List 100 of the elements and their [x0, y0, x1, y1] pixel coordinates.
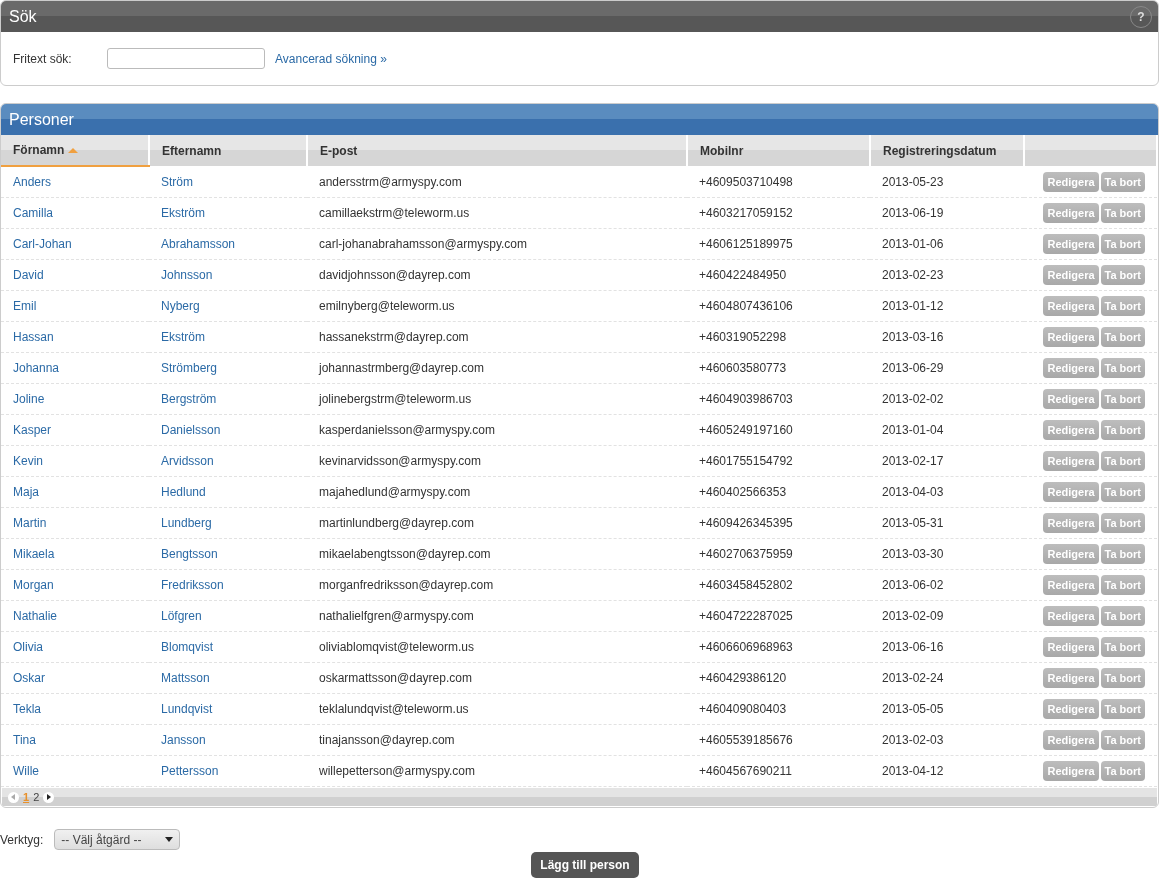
table-cell: +4604567690211: [687, 755, 870, 787]
table-cell: 2013-06-02: [870, 569, 1024, 601]
table-cell: +460402566353: [687, 476, 870, 508]
page-link[interactable]: 2: [33, 791, 40, 803]
previous-page-icon[interactable]: [8, 791, 19, 803]
table-cell: 2013-01-06: [870, 228, 1024, 260]
caret-icon: [165, 837, 174, 842]
last-name-link[interactable]: Fredriksson: [161, 578, 224, 592]
last-name-link[interactable]: Strömberg: [161, 361, 218, 375]
first-name-link[interactable]: Nathalie: [13, 609, 58, 623]
last-name-link[interactable]: Hedlund: [161, 485, 206, 499]
first-name-link[interactable]: Tekla: [13, 702, 41, 716]
last-name-link[interactable]: Arvidsson: [161, 454, 214, 468]
column-header[interactable]: Efternamn: [149, 135, 307, 166]
table-cell: 2013-01-12: [870, 290, 1024, 322]
table-cell: 2013-02-23: [870, 259, 1024, 291]
table-cell: mikaelabengtsson@dayrep.com: [307, 538, 687, 570]
last-name-link[interactable]: Ekström: [161, 206, 205, 220]
action-dropdown[interactable]: -- Välj åtgärd --: [54, 829, 181, 850]
last-name-link[interactable]: Lundberg: [161, 516, 212, 530]
table-cell: +4604722287025: [687, 600, 870, 632]
first-name-link[interactable]: Olivia: [13, 640, 43, 654]
table-cell: 2013-02-24: [870, 662, 1024, 694]
table-cell: +4603217059152: [687, 197, 870, 229]
table-cell: nathalielfgren@armyspy.com: [307, 600, 687, 632]
first-name-link[interactable]: Camilla: [13, 206, 53, 220]
table-cell: 2013-06-29: [870, 352, 1024, 384]
last-name-link[interactable]: Nyberg: [161, 299, 200, 313]
table-cell: 2013-02-03: [870, 724, 1024, 756]
table-cell: +4603458452802: [687, 569, 870, 601]
table-cell: 2013-02-09: [870, 600, 1024, 632]
first-name-link[interactable]: Tina: [13, 733, 36, 747]
table-cell: 2013-02-02: [870, 383, 1024, 415]
last-name-link[interactable]: Ekström: [161, 330, 205, 344]
table-cell: oliviablomqvist@teleworm.us: [307, 631, 687, 663]
table-cell: 2013-04-12: [870, 755, 1024, 787]
last-name-link[interactable]: Abrahamsson: [161, 237, 236, 251]
next-page-icon[interactable]: [43, 791, 55, 803]
last-name-link[interactable]: Johnsson: [161, 268, 213, 282]
table-cell: emilnyberg@teleworm.us: [307, 290, 687, 322]
first-name-link[interactable]: Oskar: [13, 671, 45, 685]
last-name-link[interactable]: Mattsson: [161, 671, 210, 685]
table-cell: +4605249197160: [687, 414, 870, 446]
table-cell: andersstrm@armyspy.com: [307, 166, 687, 198]
first-name-link[interactable]: Maja: [13, 485, 39, 499]
tools-label: Verktyg:: [0, 832, 44, 847]
first-name-link[interactable]: Hassan: [13, 330, 54, 344]
table-cell: 2013-03-30: [870, 538, 1024, 570]
first-name-link[interactable]: Morgan: [13, 578, 54, 592]
table-cell: 2013-02-17: [870, 445, 1024, 477]
table-cell: +4606125189975: [687, 228, 870, 260]
table-cell: +460429386120: [687, 662, 870, 694]
first-name-link[interactable]: Martin: [13, 516, 47, 530]
table-cell: +460603580773: [687, 352, 870, 384]
first-name-link[interactable]: Anders: [13, 175, 52, 189]
table-cell: 2013-05-31: [870, 507, 1024, 539]
first-name-link[interactable]: Mikaela: [13, 547, 55, 561]
panel-title: Personer: [9, 110, 74, 129]
last-name-link[interactable]: Löfgren: [161, 609, 202, 623]
first-name-link[interactable]: Wille: [13, 764, 39, 778]
last-name-link[interactable]: Bengtsson: [161, 547, 218, 561]
column-header[interactable]: Mobilnr: [687, 135, 870, 166]
last-name-link[interactable]: Lundqvist: [161, 702, 213, 716]
last-name-link[interactable]: Danielsson: [161, 423, 221, 437]
table-cell: +4602706375959: [687, 538, 870, 570]
table-cell: camillaekstrm@teleworm.us: [307, 197, 687, 229]
column-header[interactable]: Registreringsdatum: [870, 135, 1024, 166]
table-cell: 2013-06-19: [870, 197, 1024, 229]
first-name-link[interactable]: Joline: [13, 392, 45, 406]
table-cell: jolinebergstrm@teleworm.us: [307, 383, 687, 415]
last-name-link[interactable]: Bergström: [161, 392, 217, 406]
table-cell: +460422484950: [687, 259, 870, 291]
table-cell: willepetterson@armyspy.com: [307, 755, 687, 787]
column-header[interactable]: Förnamn: [1, 135, 149, 166]
table-cell: hassanekstrm@dayrep.com: [307, 321, 687, 353]
last-name-link[interactable]: Pettersson: [161, 764, 219, 778]
table-cell: davidjohnsson@dayrep.com: [307, 259, 687, 291]
last-name-link[interactable]: Blomqvist: [161, 640, 213, 654]
column-header[interactable]: E-post: [307, 135, 687, 166]
add-person-button[interactable]: Lägg till person: [531, 852, 639, 878]
table-cell: 2013-05-23: [870, 166, 1024, 198]
table-cell: +460409080403: [687, 693, 870, 725]
table-cell: tinajansson@dayrep.com: [307, 724, 687, 756]
panel-title: Sök: [9, 7, 37, 26]
first-name-link[interactable]: David: [13, 268, 44, 282]
last-name-link[interactable]: Ström: [161, 174, 193, 189]
last-name-link[interactable]: Jansson: [161, 733, 206, 747]
table-cell: kasperdanielsson@armyspy.com: [307, 414, 687, 446]
table-cell: 2013-04-03: [870, 476, 1024, 508]
first-name-link[interactable]: Johanna: [13, 361, 60, 375]
table-cell: johannastrmberg@dayrep.com: [307, 352, 687, 384]
advanced-search-link[interactable]: Avancerad sökning »: [275, 51, 387, 66]
first-name-link[interactable]: Kevin: [13, 454, 44, 468]
search-field[interactable]: [107, 48, 265, 69]
table-cell: +4604807436106: [687, 290, 870, 322]
first-name-link[interactable]: Kasper: [13, 423, 52, 437]
table-cell: +4605539185676: [687, 724, 870, 756]
first-name-link[interactable]: Emil: [13, 299, 37, 313]
first-name-link[interactable]: Carl-Johan: [13, 237, 72, 251]
table-cell: +4609503710498: [687, 166, 870, 198]
